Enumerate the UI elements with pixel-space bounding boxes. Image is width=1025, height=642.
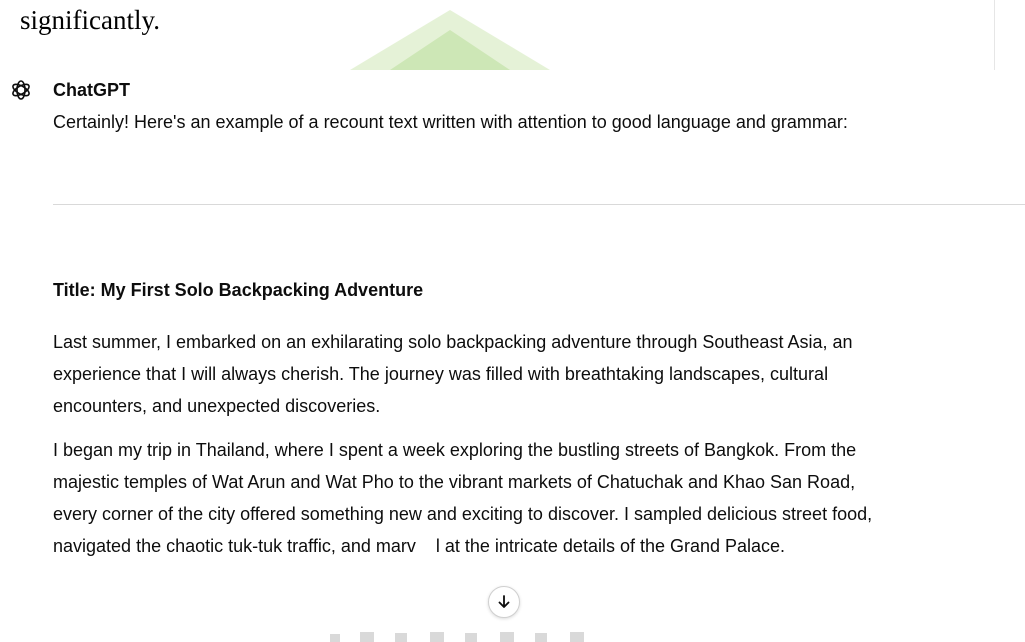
paragraph-line-partial: l at the intricate details of the Grand … bbox=[435, 536, 786, 556]
message-intro: Certainly! Here's an example of a recoun… bbox=[53, 112, 848, 132]
paragraph-line: I began my trip in Thailand, where I spe… bbox=[53, 440, 857, 460]
openai-logo-icon bbox=[9, 78, 33, 102]
message-content: Title: My First Solo Backpacking Adventu… bbox=[53, 274, 1025, 562]
scroll-to-bottom-button[interactable] bbox=[488, 586, 520, 618]
watermark-text-fragment bbox=[300, 624, 720, 642]
paragraph-line: encounters, and unexpected discoveries. bbox=[53, 396, 381, 416]
paragraph-2: I began my trip in Thailand, where I spe… bbox=[53, 434, 1025, 562]
paragraph-line-partial: navigated the chaotic tuk-tuk traffic, a… bbox=[53, 536, 416, 556]
horizontal-divider bbox=[53, 204, 1025, 205]
paragraph-1: Last summer, I embarked on an exhilarati… bbox=[53, 326, 1025, 422]
page-edge-rule bbox=[994, 0, 995, 70]
recount-title: Title: My First Solo Backpacking Adventu… bbox=[53, 280, 424, 300]
paragraph-line: experience that I will always cherish. T… bbox=[53, 364, 829, 384]
paragraph-line: every corner of the city offered somethi… bbox=[53, 504, 873, 524]
arrow-down-icon bbox=[498, 595, 510, 608]
paragraph-line: Last summer, I embarked on an exhilarati… bbox=[53, 332, 853, 352]
watermark-logo bbox=[330, 0, 570, 70]
message-author: ChatGPT bbox=[53, 80, 131, 100]
document-text-fragment: significantly. bbox=[20, 5, 160, 35]
paragraph-line: majestic temples of Wat Arun and Wat Pho… bbox=[53, 472, 856, 492]
